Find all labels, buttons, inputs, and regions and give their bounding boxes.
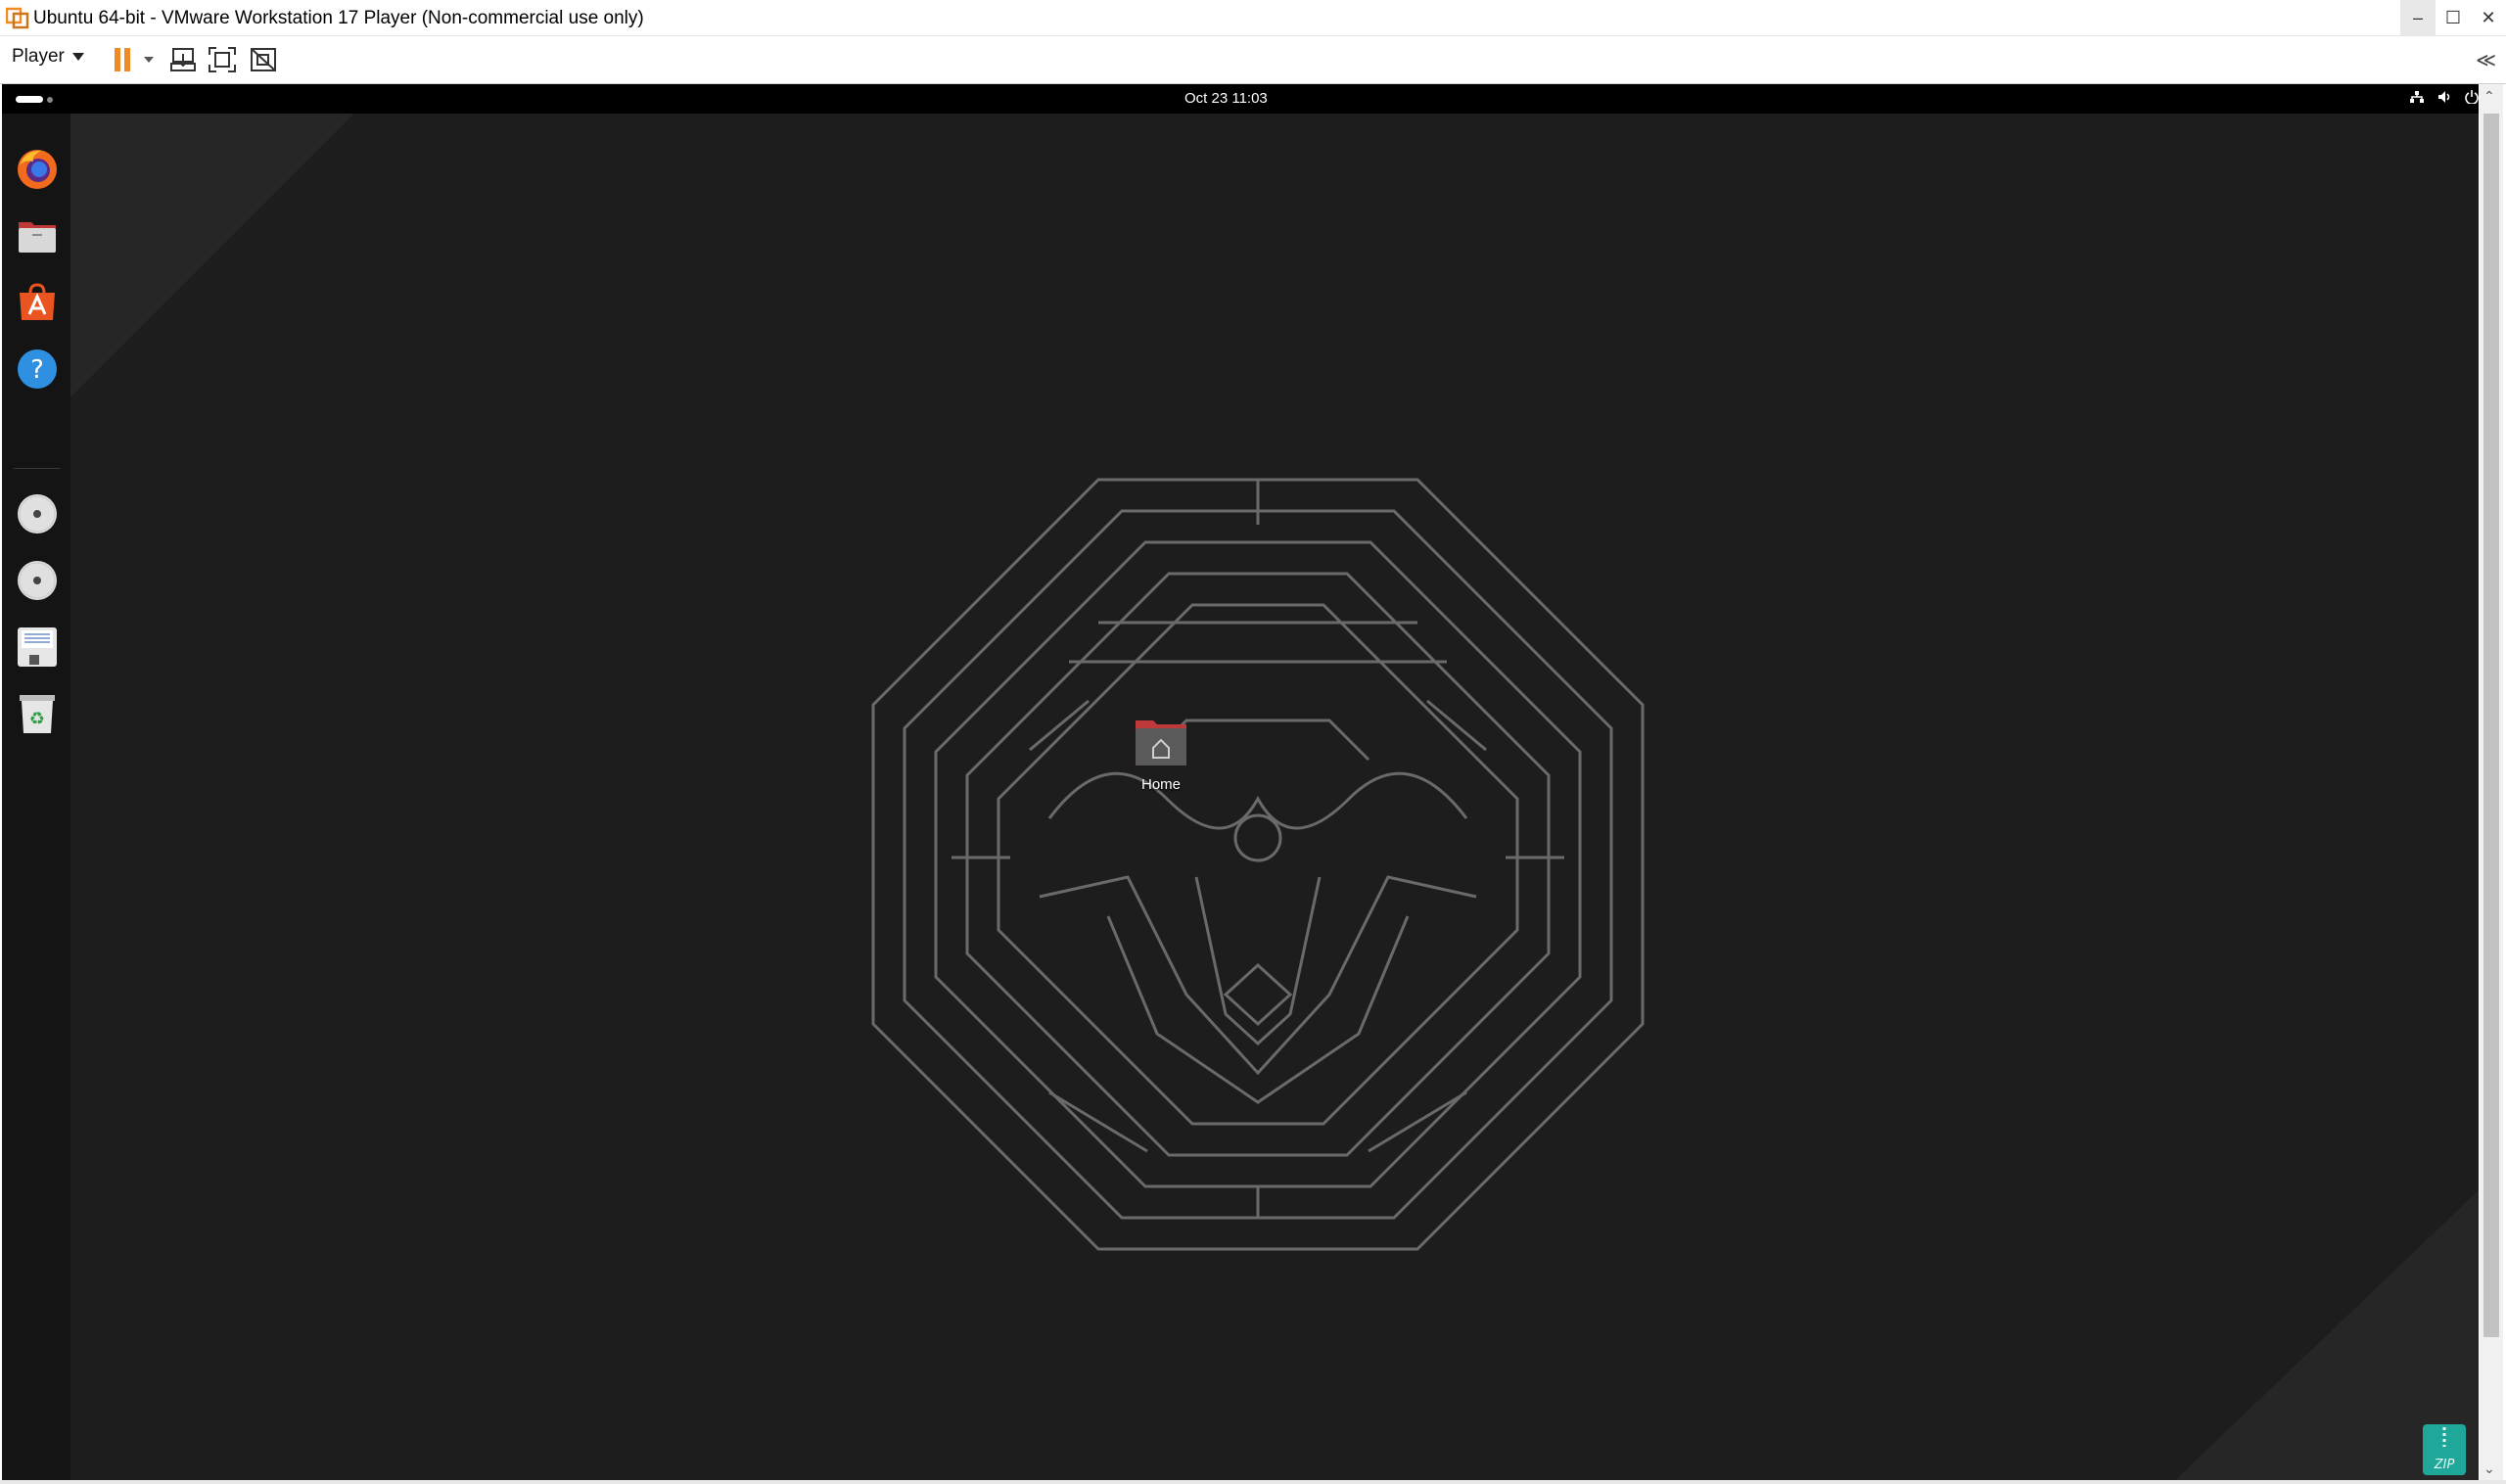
window-title: Ubuntu 64-bit - VMware Workstation 17 Pl… bbox=[33, 8, 644, 28]
desktop-home-label: Home bbox=[1140, 776, 1181, 793]
zip-label: ZIP bbox=[2434, 1458, 2455, 1472]
power-icon bbox=[2465, 90, 2479, 104]
files-icon bbox=[19, 222, 56, 253]
full-screen-button[interactable] bbox=[206, 44, 239, 75]
ubuntu-dock: ? ♻ bbox=[2, 114, 70, 1480]
dock-item-floppy[interactable] bbox=[15, 625, 60, 670]
pause-button[interactable] bbox=[110, 44, 159, 75]
zip-archive-icon: ZIP bbox=[2423, 1424, 2466, 1475]
vmware-app-icon bbox=[6, 7, 29, 29]
dock-separator bbox=[14, 468, 61, 469]
window-title-bar[interactable]: Ubuntu 64-bit - VMware Workstation 17 Pl… bbox=[0, 0, 2506, 36]
dock-item-disc-2[interactable] bbox=[15, 558, 60, 603]
disc-drive-icon bbox=[18, 561, 57, 600]
firefox-icon bbox=[18, 150, 57, 189]
workspace-indicator bbox=[47, 96, 53, 103]
player-menu[interactable]: Player bbox=[12, 46, 84, 68]
vmware-toolbar: Player ≪ bbox=[0, 36, 2506, 84]
full-screen-icon bbox=[209, 47, 236, 72]
window-bottom-edge bbox=[0, 1480, 2506, 1484]
scrollbar-thumb[interactable] bbox=[2483, 114, 2499, 1337]
trash-icon: ♻ bbox=[20, 695, 55, 733]
send-ctrl-alt-del-button[interactable] bbox=[166, 44, 200, 75]
svg-text:♻: ♻ bbox=[29, 709, 45, 729]
desktop-zip-file[interactable]: ZIP bbox=[2422, 1423, 2467, 1476]
maximize-button[interactable]: ☐ bbox=[2436, 0, 2471, 35]
pause-icon bbox=[115, 48, 154, 71]
floppy-drive-icon bbox=[18, 627, 57, 667]
workspace-indicator-active bbox=[16, 96, 43, 103]
scroll-up-icon[interactable]: ⌃ bbox=[2483, 88, 2495, 105]
dock-item-help[interactable]: ? bbox=[15, 347, 60, 392]
system-tray[interactable] bbox=[2410, 90, 2479, 104]
dock-item-disc-1[interactable] bbox=[15, 491, 60, 536]
help-icon: ? bbox=[18, 349, 57, 389]
minimize-button[interactable]: – bbox=[2400, 0, 2436, 35]
close-button[interactable]: ✕ bbox=[2471, 0, 2506, 35]
maze-wallpaper bbox=[70, 114, 2479, 1480]
chevron-down-icon bbox=[71, 53, 84, 61]
scroll-down-icon[interactable]: ⌄ bbox=[2483, 1461, 2495, 1477]
ubuntu-top-bar: Oct 23 11:03 bbox=[2, 84, 2479, 114]
app-center-icon bbox=[20, 283, 55, 320]
home-folder-icon bbox=[1136, 720, 1186, 765]
svg-text:?: ? bbox=[30, 355, 44, 385]
activities-button[interactable] bbox=[16, 96, 53, 103]
player-menu-label: Player bbox=[12, 46, 65, 67]
collapse-toolbar-button[interactable]: ≪ bbox=[2476, 48, 2496, 72]
unity-icon bbox=[251, 48, 276, 71]
vertical-scrollbar[interactable]: ⌃ ⌄ bbox=[2480, 84, 2503, 1480]
clock[interactable]: Oct 23 11:03 bbox=[1184, 90, 1268, 107]
disc-drive-icon bbox=[18, 494, 57, 533]
send-keys-icon bbox=[170, 48, 196, 71]
vm-display[interactable]: Oct 23 11:03 ? ♻ Home ZIP bbox=[2, 84, 2479, 1480]
network-icon bbox=[2410, 91, 2424, 103]
dock-item-files[interactable] bbox=[15, 213, 60, 258]
dock-item-firefox[interactable] bbox=[15, 147, 60, 192]
unity-mode-button[interactable] bbox=[247, 44, 280, 75]
volume-icon bbox=[2438, 91, 2450, 103]
dock-item-app-center[interactable] bbox=[15, 280, 60, 325]
desktop-home-folder[interactable]: Home bbox=[1130, 715, 1192, 793]
dock-item-trash[interactable]: ♻ bbox=[15, 691, 60, 736]
